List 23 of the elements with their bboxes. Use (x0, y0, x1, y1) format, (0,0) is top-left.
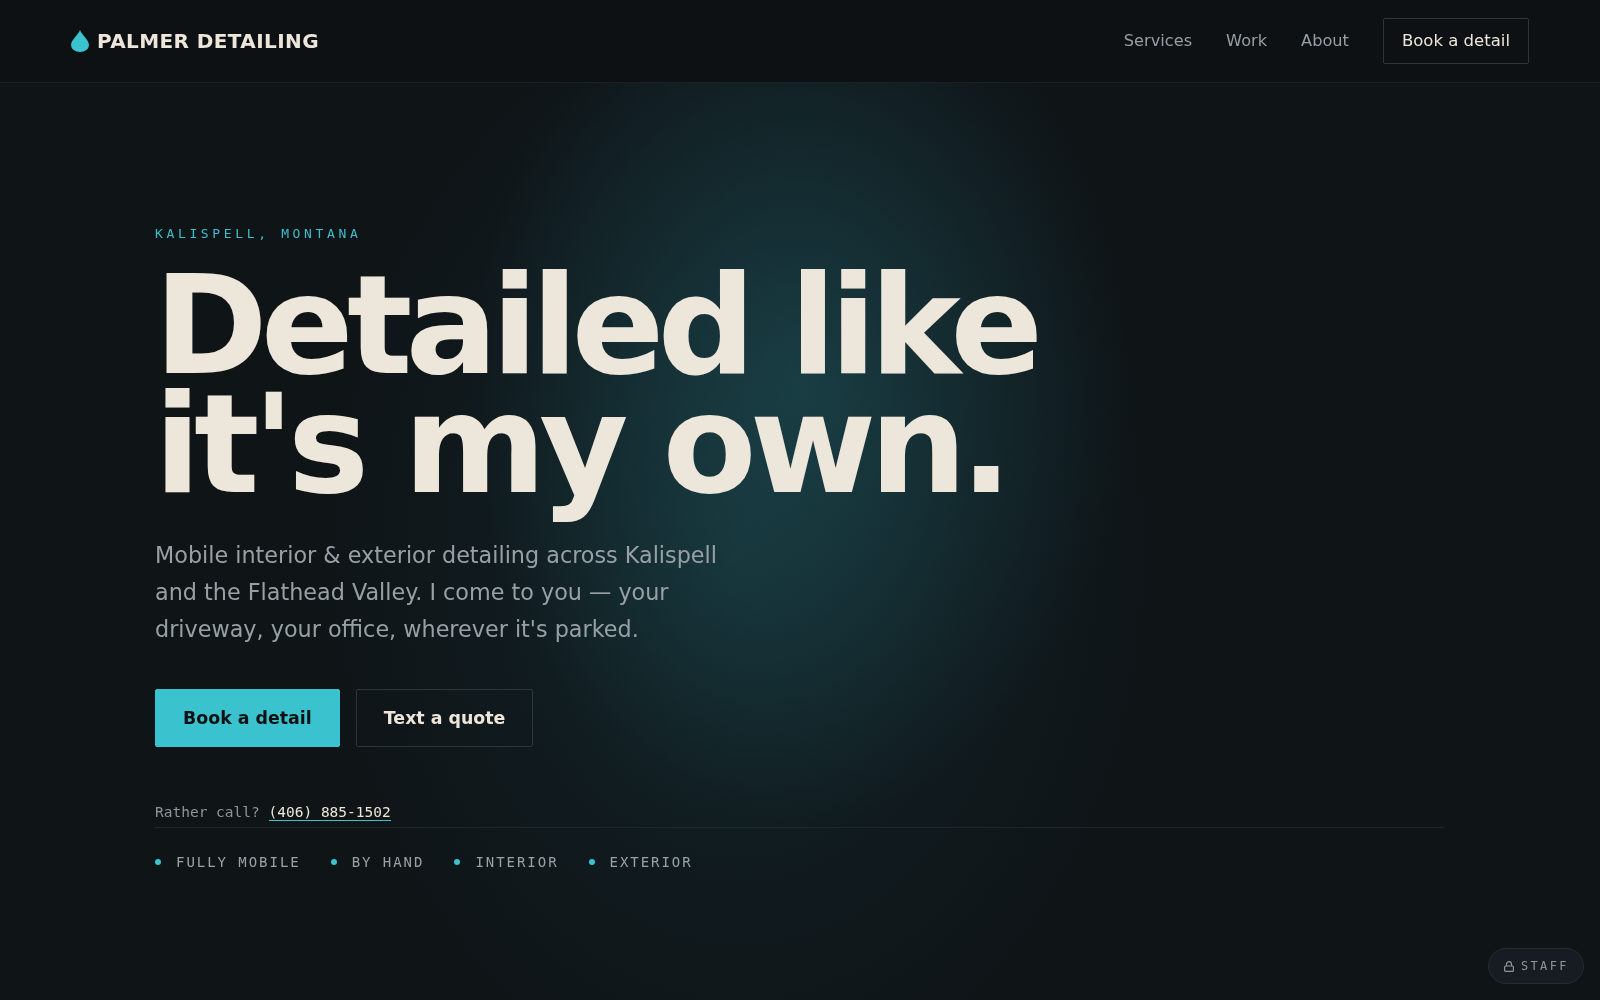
location-label: KALISPELL, MONTANA (155, 225, 362, 243)
feature-label: BY HAND (351, 852, 425, 872)
bullet-icon (330, 859, 337, 866)
lock-icon (1503, 960, 1514, 972)
feature-label: INTERIOR (475, 852, 559, 872)
call-prompt: Rather call? (155, 803, 260, 820)
brand-name: PALMER DETAILING (97, 28, 319, 55)
staff-button[interactable]: STAFF (1487, 948, 1584, 984)
bullet-icon (454, 859, 461, 866)
nav-link[interactable]: Services (1123, 28, 1193, 54)
bullet-icon (155, 859, 161, 866)
hero-headline: Detailed like it's my own. (154, 265, 1038, 526)
book-button[interactable]: Book a detail (1382, 18, 1529, 64)
bullet-icon (588, 859, 595, 866)
water-drop-icon (71, 30, 89, 52)
feature-label: FULLY MOBILE (176, 852, 301, 872)
phone-link[interactable]: (406) 885-1502 (268, 803, 391, 821)
quote-button[interactable]: Text a quote (355, 688, 534, 747)
feature-label: EXTERIOR (609, 852, 693, 872)
nav-link[interactable]: About (1301, 28, 1349, 54)
hero-description: Mobile interior & exterior detailing across Kalispell and the Flathead Valley. I come to you — your driveway, your office, wherever it's parked. (155, 540, 718, 644)
nav-link[interactable]: Work (1226, 28, 1268, 54)
book-button[interactable]: Book a detail (155, 688, 340, 747)
